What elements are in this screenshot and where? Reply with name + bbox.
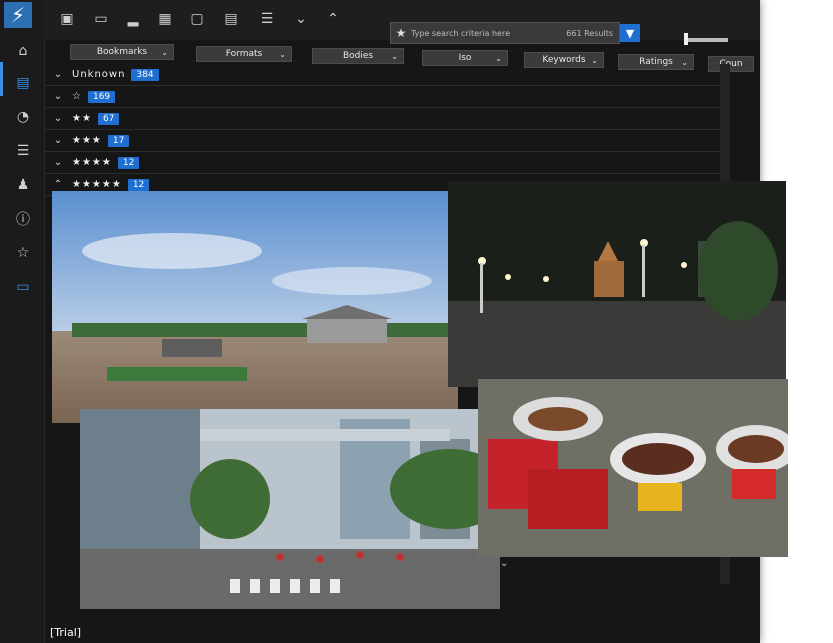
photo-thumbnail[interactable] [52, 191, 458, 423]
results-count: 661 Results [566, 28, 613, 38]
city-traffic-image [80, 409, 500, 609]
expand-all-icon[interactable]: ⌄ [290, 10, 312, 28]
adjust-icon[interactable]: ☰ [10, 140, 36, 162]
filter-label: Iso [458, 53, 472, 63]
sidebar-selection-indicator [0, 62, 3, 96]
group-row-1-star[interactable]: ⌄ ☆ 169 [44, 86, 730, 108]
browser-icon[interactable]: ▤ [10, 72, 36, 94]
filter-bar: Bookmarks ⌄ Formats ⌄ Bodies ⌄ Iso ⌄ Keyword… [44, 42, 760, 72]
info-icon[interactable]: ⓘ [10, 208, 36, 230]
chevron-down-icon[interactable]: ⌄ [44, 113, 72, 124]
chevron-down-icon[interactable]: ⌄ [44, 135, 72, 146]
filter-icon[interactable]: ▼ [620, 24, 640, 42]
chart-icon[interactable]: ◔ [10, 106, 36, 128]
chevron-down-icon[interactable]: ⌄ [44, 91, 72, 102]
calendar-icon[interactable]: ▤ [220, 10, 242, 28]
group-row-unknown[interactable]: ⌄ Unknown 384 [44, 64, 730, 86]
app-logo: ⚡ [4, 2, 32, 28]
group-label: Unknown [72, 69, 126, 80]
group-label: ★★ [72, 113, 92, 124]
group-count-badge: 12 [117, 156, 140, 169]
group-count-badge: 384 [131, 68, 159, 81]
group-count-badge: 169 [87, 90, 116, 103]
filter-label: Bookmarks [96, 47, 148, 57]
people-icon[interactable]: ♟ [10, 174, 36, 196]
chevron-down-icon: ⌄ [495, 53, 502, 63]
filter-formats[interactable]: Formats ⌄ [196, 46, 292, 62]
rating-groups: ⌄ Unknown 384 ⌄ ☆ 169 ⌄ ★★ 67 ⌄ ★★★ 17 ⌄ ★★★★ 12 ⌃… [44, 64, 730, 196]
photo-thumbnail[interactable] [478, 379, 788, 557]
fullscreen-view-icon[interactable]: ▭ [90, 10, 112, 28]
river-houses-image [52, 191, 458, 423]
filter-label: Formats [225, 49, 263, 59]
chevron-down-icon[interactable]: ⌄ [44, 157, 72, 168]
group-row-4-star[interactable]: ⌄ ★★★★ 12 [44, 152, 730, 174]
list-icon[interactable]: ☰ [256, 10, 278, 28]
sidebar: ⚡ ⌂ ▤ ◔ ☰ ♟ ⓘ ☆ ▭ [0, 0, 45, 643]
group-count-badge: 67 [97, 112, 120, 125]
collapse-all-icon[interactable]: ⌃ [322, 10, 344, 28]
home-icon[interactable]: ⌂ [10, 40, 36, 62]
group-label: ☆ [72, 91, 82, 102]
filter-bookmarks[interactable]: Bookmarks ⌄ [70, 44, 174, 60]
card-icon[interactable]: ▭ [10, 276, 36, 298]
photo-thumbnail[interactable] [448, 181, 786, 387]
group-count-badge: 17 [107, 134, 130, 147]
search-placeholder[interactable]: Type search criteria here [411, 29, 566, 38]
main-window: ⚡ ⌂ ▤ ◔ ☰ ♟ ⓘ ☆ ▭ ▣ ▭ ▂ ▦ ▢ ▤ ☰ ⌄ ⌃ ★ Ty… [0, 0, 788, 643]
night-street-image [448, 181, 786, 387]
lightbulb-icon[interactable]: ☆ [10, 242, 36, 264]
search-box[interactable]: ★ Type search criteria here 661 Results [390, 22, 620, 44]
trial-label: [Trial] [50, 626, 82, 639]
photo-thumbnail[interactable] [80, 409, 500, 609]
filmstrip-view-icon[interactable]: ▂ [122, 10, 144, 28]
filter-bodies[interactable]: Bodies ⌄ [312, 48, 404, 64]
scroll-down-icon[interactable]: ⌄ [500, 558, 508, 569]
filter-label: Bodies [342, 51, 374, 61]
chevron-down-icon: ⌄ [279, 49, 286, 59]
app-window: ⚡ ⌂ ▤ ◔ ☰ ♟ ⓘ ☆ ▭ ▣ ▭ ▂ ▦ ▢ ▤ ☰ ⌄ ⌃ ★ Ty… [0, 0, 833, 643]
group-label: ★★★ [72, 135, 102, 146]
group-label: ★★★★ [72, 157, 112, 168]
compare-view-icon[interactable]: ▢ [186, 10, 208, 28]
single-view-icon[interactable]: ▣ [56, 10, 78, 28]
chevron-down-icon[interactable]: ⌄ [44, 69, 72, 80]
chevron-down-icon: ⌄ [391, 51, 398, 61]
grid-view-icon[interactable]: ▦ [154, 10, 176, 28]
street-food-image [478, 379, 788, 557]
search-star-icon[interactable]: ★ [391, 26, 411, 40]
chevron-down-icon: ⌄ [161, 47, 168, 57]
toolbar: ▣ ▭ ▂ ▦ ▢ ▤ ☰ ⌄ ⌃ ★ Type search criteria… [44, 0, 760, 45]
photo-grid [52, 181, 788, 613]
group-row-2-star[interactable]: ⌄ ★★ 67 [44, 108, 730, 130]
group-row-3-star[interactable]: ⌄ ★★★ 17 [44, 130, 730, 152]
